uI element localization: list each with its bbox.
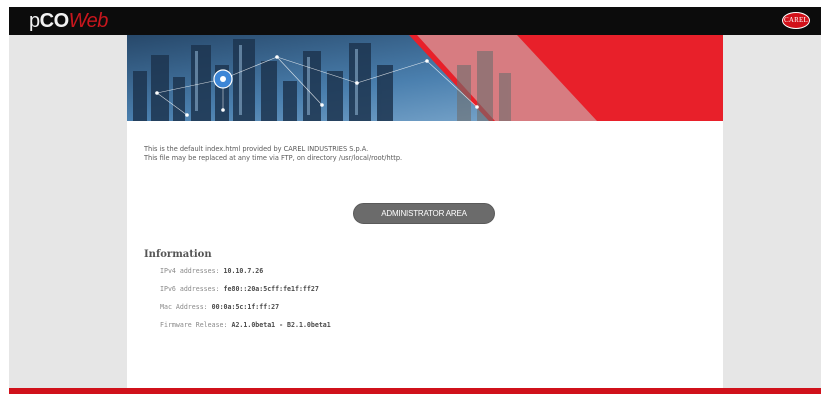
main-content: This is the default index.html provided … [127,35,723,388]
left-margin [9,35,127,388]
carel-logo-icon[interactable]: CAREL [782,12,810,29]
pcoweb-logo: pCOWeb [29,8,108,34]
logo-text-p: p [29,10,40,32]
ipv6-label: IPv6 addresses: [160,285,220,293]
intro-text: This is the default index.html provided … [144,145,704,162]
mac-label: Mac Address: [160,303,208,311]
top-bar: pCOWeb CAREL [9,7,821,35]
administrator-area-button[interactable]: ADMINISTRATOR AREA [353,203,495,224]
ipv6-row: IPv6 addresses: fe80::20a:5cff:fe1f:ff27 [160,285,319,293]
firmware-row: Firmware Release: A2.1.0beta1 - B2.1.0be… [160,321,331,329]
logo-text-co: CO [39,10,70,32]
ipv6-value: fe80::20a:5cff:fe1f:ff27 [223,285,319,293]
mac-value: 00:0a:5c:1f:ff:27 [211,303,280,311]
right-margin [723,35,821,388]
city-network-banner [127,35,723,121]
logo-text-web: Web [68,10,109,32]
intro-line-2: This file may be replaced at any time vi… [144,153,403,162]
ipv4-label: IPv4 addresses: [160,267,220,275]
information-heading: Information [144,249,212,260]
firmware-value: A2.1.0beta1 - B2.1.0beta1 [231,321,331,329]
firmware-label: Firmware Release: [160,321,228,329]
ipv4-row: IPv4 addresses: 10.10.7.26 [160,267,263,275]
mac-row: Mac Address: 00:0a:5c:1f:ff:27 [160,303,279,311]
ipv4-value: 10.10.7.26 [223,267,264,275]
intro-line-1: This is the default index.html provided … [144,145,369,153]
footer-bar [9,388,821,394]
